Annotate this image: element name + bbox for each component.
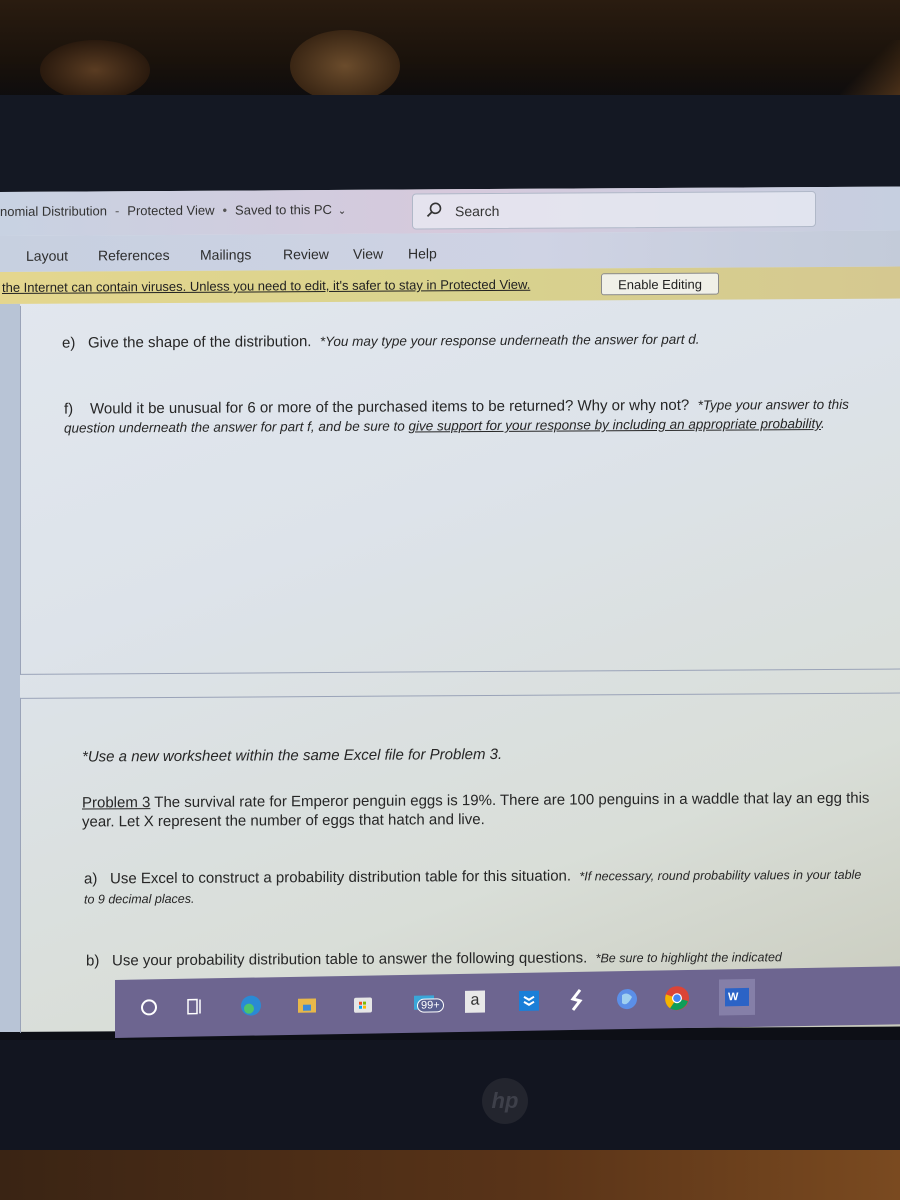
file-explorer-icon[interactable] (293, 990, 321, 1018)
note-end: . (821, 415, 825, 431)
search-placeholder: Search (455, 202, 500, 220)
problem-heading: Problem 3 (82, 794, 151, 812)
title-separator: - (114, 203, 120, 219)
question-label: a) (84, 870, 98, 888)
store-icon[interactable] (349, 989, 377, 1017)
amazon-icon[interactable]: a (461, 987, 489, 1015)
chrome-icon[interactable] (663, 984, 691, 1012)
document-title[interactable]: nomial Distribution - Protected View • Saved… (0, 202, 346, 219)
question-note: *You may type your response underneath t… (319, 331, 700, 350)
search-icon (426, 202, 442, 218)
search-input[interactable]: Search (412, 191, 816, 230)
mail-badge: 99+ (417, 998, 444, 1013)
screen: nomial Distribution - Protected View • Saved… (0, 186, 900, 1033)
mail-icon[interactable]: 99+ (407, 988, 444, 1017)
tab-help[interactable]: Help (408, 245, 437, 261)
question-f: f) Would it be unusual for 6 or more of t… (64, 395, 854, 438)
tab-layout[interactable]: Layout (26, 248, 68, 264)
question-text: Use your probability distribution table … (112, 949, 588, 970)
view-mode: Protected View (127, 202, 215, 219)
worksheet-note-text: *Use a new worksheet within the same Exc… (82, 745, 503, 766)
question-a: a) Use Excel to construct a probability d… (84, 865, 874, 910)
monitor-bezel-top (0, 95, 900, 195)
title-dot: • (222, 202, 228, 218)
worksheet-note: *Use a new worksheet within the same Exc… (82, 744, 582, 766)
title-bar: nomial Distribution - Protected View • Saved… (0, 186, 900, 236)
problem-text: The survival rate for Emperor penguin eg… (82, 789, 870, 831)
tab-review[interactable]: Review (283, 246, 329, 262)
amazon-glyph: a (465, 990, 485, 1013)
problem-3: Problem 3 The survival rate for Emperor … (82, 789, 882, 832)
page-upper (20, 300, 900, 675)
background-room (0, 0, 900, 110)
question-note: *Be sure to highlight the indicated (595, 950, 782, 966)
question-text: Give the shape of the distribution. (88, 333, 312, 352)
note-underlined: give support for your response by includ… (408, 415, 822, 434)
word-icon[interactable]: W (719, 978, 755, 1016)
document-area: e) Give the shape of the distribution. *Y… (0, 299, 900, 1033)
app-s-icon[interactable] (563, 986, 591, 1014)
enable-editing-button[interactable]: Enable Editing (601, 272, 719, 296)
protected-view-message[interactable]: the Internet can contain viruses. Unless… (2, 277, 530, 295)
desk-surface (0, 1150, 900, 1200)
task-view-icon[interactable] (181, 992, 209, 1020)
monitor-bezel-bottom (0, 1040, 900, 1160)
start-icon[interactable] (135, 993, 163, 1021)
question-label: f) (64, 400, 74, 418)
dropbox-icon[interactable] (515, 987, 543, 1015)
left-margin-strip (0, 303, 20, 1033)
ribbon-tabs: Layout References Mailings Review View H… (0, 230, 900, 272)
tab-mailings[interactable]: Mailings (200, 246, 251, 262)
tab-view[interactable]: View (353, 246, 383, 262)
hp-logo: hp (482, 1078, 528, 1124)
save-status: Saved to this PC (235, 201, 332, 218)
question-label: b) (86, 952, 100, 970)
question-text: Would it be unusual for 6 or more of the… (90, 396, 690, 418)
copilot-icon[interactable] (613, 985, 641, 1013)
question-text: Use Excel to construct a probability dis… (110, 867, 572, 888)
background-object (40, 40, 150, 100)
document-name: nomial Distribution (0, 203, 107, 219)
tab-references[interactable]: References (98, 247, 170, 263)
chevron-down-icon[interactable]: ⌄ (338, 206, 346, 217)
question-label: e) (62, 334, 76, 352)
word-glyph: W (725, 987, 749, 1007)
background-object (290, 30, 400, 102)
edge-icon[interactable] (237, 991, 265, 1019)
